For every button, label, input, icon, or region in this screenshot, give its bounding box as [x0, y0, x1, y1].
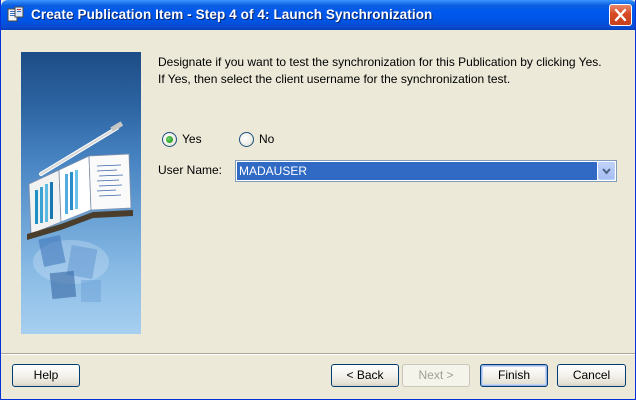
- back-button[interactable]: < Back: [331, 364, 399, 387]
- user-name-value[interactable]: MADAUSER: [237, 162, 597, 180]
- help-button[interactable]: Help: [12, 364, 80, 387]
- next-button[interactable]: Next >: [402, 364, 470, 387]
- cancel-button[interactable]: Cancel: [557, 364, 626, 387]
- app-icon: [7, 6, 25, 24]
- footer-separator: [1, 353, 635, 355]
- chevron-down-icon: [602, 168, 611, 175]
- title-bar[interactable]: Create Publication Item - Step 4 of 4: L…: [1, 0, 635, 30]
- finish-button[interactable]: Finish: [480, 364, 548, 387]
- window-title: Create Publication Item - Step 4 of 4: L…: [31, 7, 433, 22]
- radio-yes-option[interactable]: Yes: [162, 130, 202, 148]
- wizard-illustration: [21, 52, 141, 334]
- close-button[interactable]: [609, 4, 632, 26]
- radio-yes-button[interactable]: [162, 131, 177, 147]
- close-icon: [614, 8, 627, 22]
- step-description: Designate if you want to test the synchr…: [158, 55, 602, 86]
- radio-no-button[interactable]: [239, 131, 254, 147]
- wizard-dialog: Create Publication Item - Step 4 of 4: L…: [0, 0, 636, 400]
- radio-no-label[interactable]: No: [259, 132, 274, 146]
- user-name-dropdown[interactable]: MADAUSER: [235, 160, 617, 182]
- dropdown-arrow-button[interactable]: [598, 162, 615, 180]
- radio-no-option[interactable]: No: [239, 130, 274, 148]
- radio-yes-label[interactable]: Yes: [182, 132, 202, 146]
- user-name-label: User Name:: [158, 163, 223, 177]
